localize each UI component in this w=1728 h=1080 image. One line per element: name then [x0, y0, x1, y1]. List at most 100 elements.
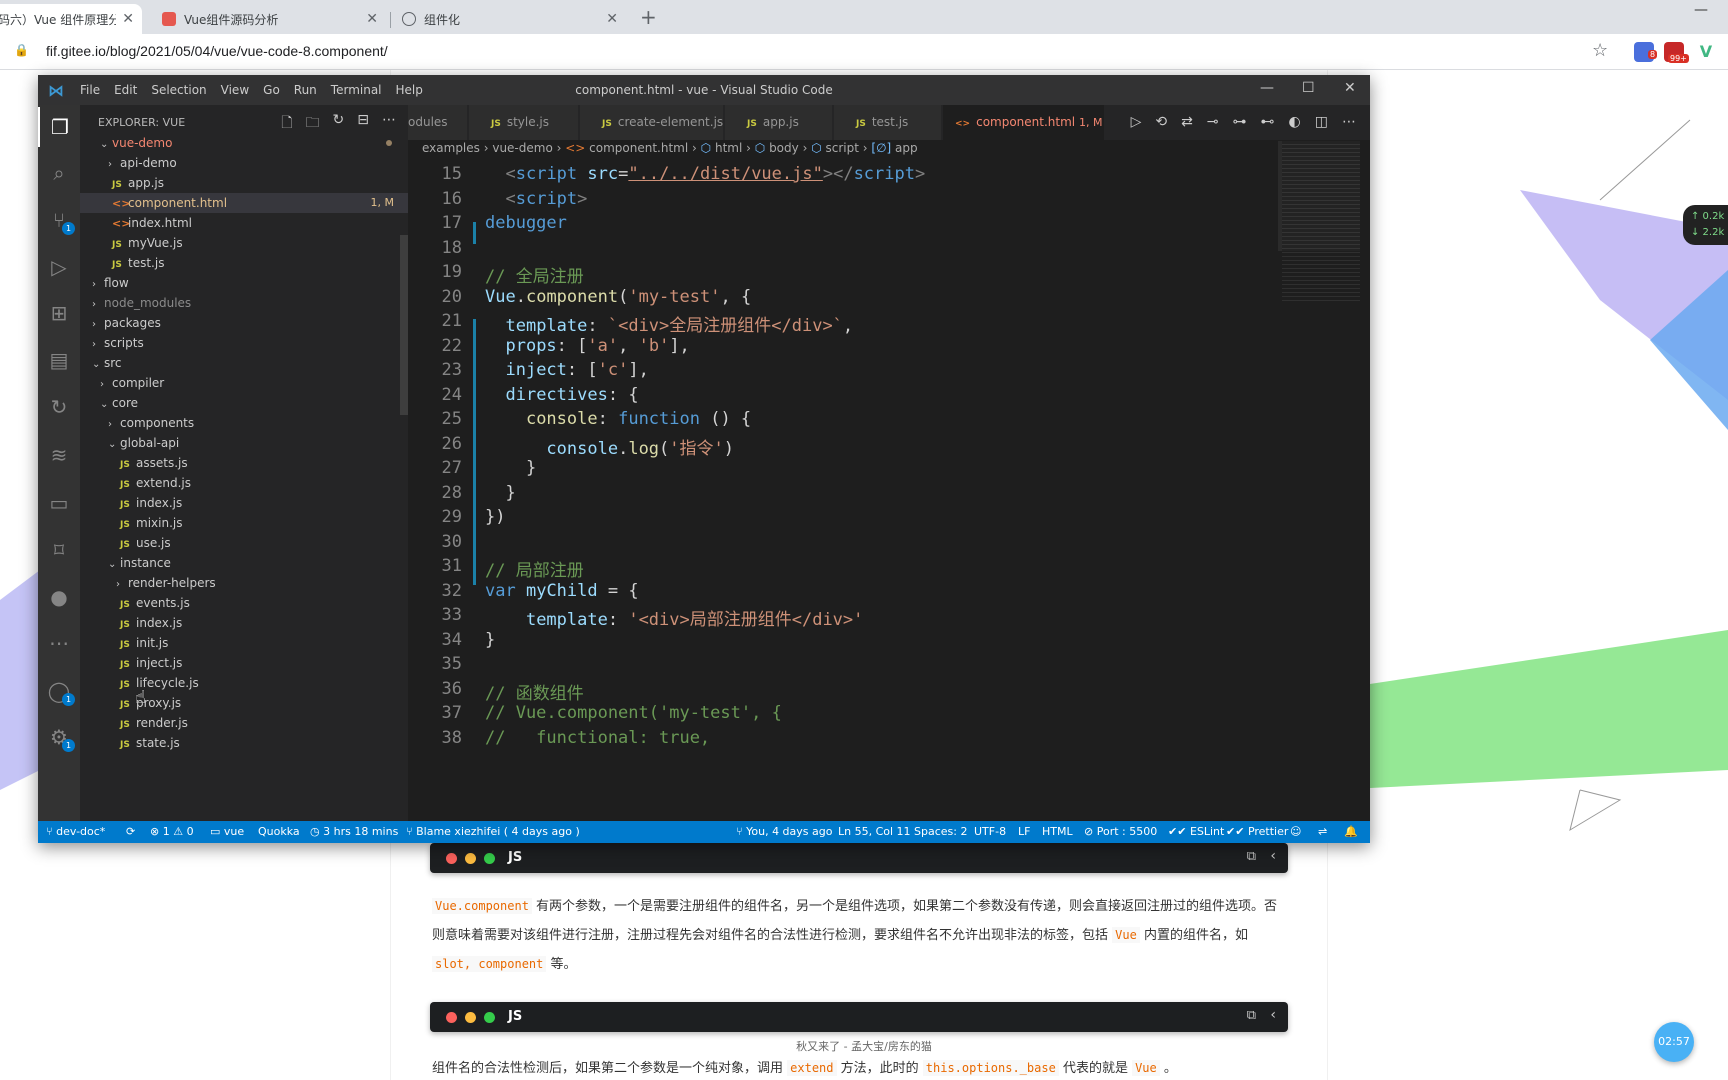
remote-explorer-icon[interactable]: ▤ — [38, 340, 80, 380]
vue-devtools-icon[interactable]: V — [1696, 42, 1716, 62]
timeline-icon[interactable]: ↻ — [38, 387, 80, 427]
bulb-icon[interactable]: ● — [38, 577, 80, 617]
eslint-status[interactable]: ✔✔ ESLint — [1168, 825, 1224, 838]
menu-selection[interactable]: Selection — [151, 83, 206, 97]
tree-folder[interactable]: › components — [80, 413, 408, 433]
tree-folder[interactable]: › node_modules — [80, 293, 408, 313]
breadcrumb-item[interactable]: component.html — [589, 141, 688, 155]
tree-file[interactable]: <>index.html — [80, 213, 408, 233]
layers-icon[interactable]: ≋ — [38, 435, 80, 475]
encoding-status[interactable]: UTF-8 — [974, 825, 1006, 838]
close-tab-icon[interactable]: ✕ — [366, 11, 378, 27]
breadcrumb-item[interactable]: body — [769, 141, 799, 155]
tree-folder[interactable]: ⌄ instance — [80, 553, 408, 573]
close-tab-icon[interactable]: ✕ — [606, 11, 618, 27]
cursor-position-status[interactable]: Ln 55, Col 11 — [838, 825, 911, 838]
breadcrumb-item[interactable]: examples — [422, 141, 480, 155]
tree-folder[interactable]: › packages — [80, 313, 408, 333]
maximize-icon[interactable]: ☐ — [1302, 80, 1315, 96]
source-control-icon[interactable]: ⑂ 1 — [38, 200, 80, 240]
tree-folder[interactable]: › render-helpers — [80, 573, 408, 593]
tree-file[interactable]: JS inject.js — [80, 653, 408, 673]
code-editor[interactable]: 1415 <script src="../../dist/vue.js"></s… — [408, 163, 1370, 821]
menu-help[interactable]: Help — [396, 83, 423, 97]
time-tracker-status[interactable]: ◷ 3 hrs 18 mins — [310, 825, 398, 838]
copy-icon[interactable]: ⧉ — [1247, 849, 1256, 864]
tree-folder[interactable]: ⌄ global-api — [80, 433, 408, 453]
accounts-icon[interactable]: ◯ 1 — [38, 671, 80, 711]
quokka-status[interactable]: Quokka — [258, 825, 300, 838]
tree-file[interactable]: JS events.js — [80, 593, 408, 613]
tab-style-js[interactable]: JS style.js — [469, 105, 579, 140]
extensions-icon[interactable]: ⊞ — [38, 293, 80, 333]
branch-status[interactable]: ⑂ dev-doc* — [46, 825, 105, 838]
tree-file[interactable]: JS myVue.js — [80, 233, 408, 253]
close-icon[interactable]: ✕ — [1344, 80, 1356, 96]
url-text[interactable]: fif.gitee.io/blog/2021/05/04/vue/vue-cod… — [46, 43, 388, 59]
tab-modules[interactable]: odules — [408, 105, 468, 140]
tree-file[interactable]: <>component.html 1, M — [80, 193, 408, 213]
breadcrumb-item[interactable]: script — [826, 141, 859, 155]
close-tab-icon[interactable]: ✕ — [122, 11, 134, 27]
menu-edit[interactable]: Edit — [114, 83, 137, 97]
tree-file[interactable]: JS init.js — [80, 633, 408, 653]
tree-file[interactable]: JS mixin.js — [80, 513, 408, 533]
tree-file[interactable]: JS index.js — [80, 493, 408, 513]
sync-status[interactable]: ⟳ — [126, 825, 135, 838]
breadcrumb-item[interactable]: html — [715, 141, 742, 155]
breadcrumb-item[interactable]: app — [895, 141, 918, 155]
browser-tab-active[interactable]: 码六）Vue 组件原理分析 ✕ — [0, 4, 142, 34]
browser-tab-vue-source[interactable]: Vue组件源码分析 ✕ — [152, 4, 386, 34]
bookmarks-icon[interactable]: ⌑ — [38, 530, 80, 570]
tab-test-js[interactable]: JS test.js — [834, 105, 942, 140]
git-author-status[interactable]: ⑂ You, 4 days ago — [736, 825, 832, 838]
tree-folder[interactable]: ⌄ core — [80, 393, 408, 413]
menu-terminal[interactable]: Terminal — [331, 83, 382, 97]
tab-create-element-js[interactable]: JS create-element.js — [580, 105, 724, 140]
tree-file[interactable]: JS assets.js — [80, 453, 408, 473]
chevron-left-icon[interactable]: ‹ — [1270, 1007, 1276, 1023]
minimize-icon[interactable]: — — [1260, 80, 1274, 96]
tree-file[interactable]: JS proxy.js — [80, 693, 408, 713]
tree-folder[interactable]: ⌄ src — [80, 353, 408, 373]
minimap[interactable] — [1282, 141, 1360, 301]
run-debug-icon[interactable]: ▷ — [38, 247, 80, 287]
notifications-bell-icon[interactable]: 🔔 — [1344, 825, 1358, 838]
menu-run[interactable]: Run — [294, 83, 317, 97]
git-next-icon[interactable]: ⊷ — [1261, 114, 1275, 130]
project-manager-icon[interactable]: ▭ — [38, 483, 80, 523]
explorer-icon[interactable]: ❐ — [38, 107, 80, 147]
chevron-left-icon[interactable]: ‹ — [1270, 848, 1276, 864]
new-tab-button[interactable]: + — [640, 5, 657, 29]
git-previous-icon[interactable]: ⊸ — [1207, 114, 1219, 130]
browser-tab-componentization[interactable]: 组件化 ✕ — [392, 4, 626, 34]
live-server-status[interactable]: ⊘ Port : 5500 — [1084, 825, 1157, 838]
minimize-window-icon[interactable]: — — [1694, 2, 1708, 18]
copy-icon[interactable]: ⧉ — [1247, 1008, 1256, 1023]
menu-file[interactable]: File — [80, 83, 100, 97]
run-icon[interactable]: ▷ — [1131, 114, 1142, 130]
tab-component-html[interactable]: <>component.html 1, M✕ — [943, 105, 1105, 140]
settings-gear-icon[interactable]: ⚙ 1 — [38, 717, 80, 757]
sidebar-scrollbar[interactable] — [400, 235, 408, 415]
problems-status[interactable]: ⊗ 1 ⚠ 0 — [150, 825, 194, 838]
more-actions-icon[interactable]: ⋯ — [1342, 114, 1356, 130]
tree-file[interactable]: JS extend.js — [80, 473, 408, 493]
tree-folder[interactable]: › flow — [80, 273, 408, 293]
git-blame-status[interactable]: ⑂ Blame xiezhifei ( 4 days ago ) — [406, 825, 580, 838]
feedback-icon[interactable]: ☺ — [1290, 825, 1301, 838]
tree-file[interactable]: JS test.js — [80, 253, 408, 273]
tree-file[interactable]: JS app.js — [80, 173, 408, 193]
more-icon[interactable]: ⋯ — [38, 623, 80, 663]
menu-view[interactable]: View — [221, 83, 249, 97]
eol-status[interactable]: LF — [1018, 825, 1030, 838]
bookmark-star-icon[interactable]: ☆ — [1592, 40, 1608, 61]
live-share-icon[interactable]: ⇌ — [1318, 825, 1327, 838]
tree-file[interactable]: JS use.js — [80, 533, 408, 553]
tree-file[interactable]: JS index.js — [80, 613, 408, 633]
history-icon[interactable]: ⟲ — [1155, 114, 1167, 130]
tree-folder[interactable]: › scripts — [80, 333, 408, 353]
compare-icon[interactable]: ⇄ — [1181, 114, 1193, 130]
split-editor-icon[interactable]: ◫ — [1315, 114, 1328, 130]
tree-file[interactable]: JS lifecycle.js — [80, 673, 408, 693]
